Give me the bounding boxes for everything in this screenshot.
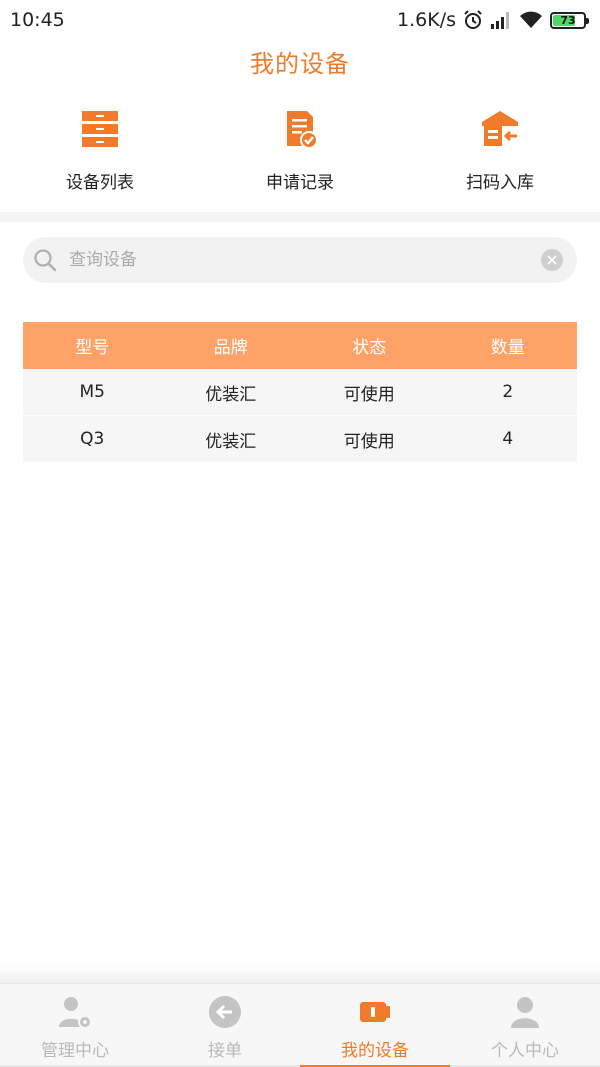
column-header-brand: 品牌 <box>213 338 248 358</box>
person-icon <box>511 997 539 1028</box>
status-time: 10:45 <box>10 9 65 31</box>
table-header: 型号 品牌 状态 数量 <box>23 322 577 369</box>
action-application-record[interactable]: 申请记录 <box>200 108 400 208</box>
network-speed: 1.6K/s <box>397 9 456 31</box>
alarm-icon <box>464 10 482 29</box>
user-settings-icon <box>59 997 92 1029</box>
nav-item-management[interactable]: 管理中心 <box>0 984 150 1067</box>
status-icons: 1.6K/s 73 <box>397 9 589 31</box>
search-input[interactable] <box>69 250 541 270</box>
cell-brand: 优装汇 <box>205 384 257 405</box>
page-title: 我的设备 <box>250 50 350 78</box>
application-record-icon <box>287 111 318 149</box>
action-scan-warehouse[interactable]: 扫码入库 <box>400 108 600 208</box>
column-header-model: 型号 <box>75 338 110 358</box>
search-icon <box>34 249 57 272</box>
cell-status: 可使用 <box>343 431 395 452</box>
cell-quantity: 4 <box>502 429 514 449</box>
column-header-quantity: 数量 <box>490 338 525 358</box>
close-icon <box>547 255 557 265</box>
nav-label: 我的设备 <box>341 1041 409 1061</box>
action-label: 扫码入库 <box>466 173 534 193</box>
nav-label: 个人中心 <box>491 1041 559 1061</box>
back-arrow-icon <box>209 996 241 1028</box>
nav-item-my-devices[interactable]: 我的设备 <box>300 984 450 1067</box>
scan-warehouse-icon <box>482 111 518 146</box>
nav-item-orders[interactable]: 接单 <box>150 984 300 1067</box>
cell-model: Q3 <box>80 429 105 449</box>
nav-shadow <box>0 965 600 983</box>
table-row[interactable]: M5 优装汇 可使用 2 <box>23 369 577 416</box>
nav-item-profile[interactable]: 个人中心 <box>450 984 600 1067</box>
section-divider <box>0 212 600 222</box>
device-list-icon <box>82 111 118 147</box>
nav-label: 管理中心 <box>41 1041 109 1061</box>
action-label: 申请记录 <box>266 173 334 193</box>
clear-search-button[interactable] <box>541 249 563 271</box>
nav-label: 接单 <box>208 1041 242 1061</box>
search-bar <box>23 237 577 283</box>
cell-model: M5 <box>79 382 105 402</box>
action-device-list[interactable]: 设备列表 <box>0 108 200 208</box>
bottom-nav: 管理中心 接单 我的设备 个人中心 <box>0 983 600 1067</box>
quick-actions: 设备列表 申请记录 扫码入库 <box>0 108 600 208</box>
battery-icon: 73 <box>550 11 589 29</box>
cell-brand: 优装汇 <box>205 431 257 452</box>
cell-status: 可使用 <box>343 384 395 405</box>
table-row[interactable]: Q3 优装汇 可使用 4 <box>23 416 577 463</box>
action-label: 设备列表 <box>66 173 134 193</box>
device-table: 型号 品牌 状态 数量 M5 优装汇 可使用 2 Q3 优装汇 可使用 4 <box>23 322 577 463</box>
device-icon <box>360 1002 390 1022</box>
battery-level: 73 <box>560 13 576 27</box>
column-header-status: 状态 <box>352 338 387 358</box>
signal-icon <box>491 12 509 29</box>
wifi-icon <box>520 11 542 28</box>
cell-quantity: 2 <box>502 382 514 402</box>
status-bar: 10:45 1.6K/s 73 <box>0 0 600 40</box>
